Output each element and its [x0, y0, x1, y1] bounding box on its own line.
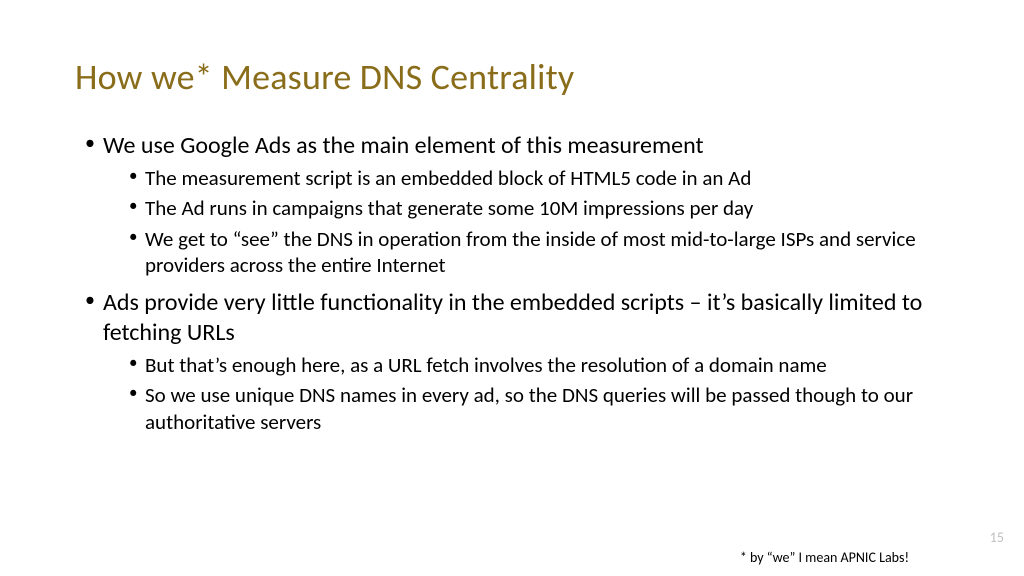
bullet-list: We use Google Ads as the main element of…: [75, 131, 949, 435]
sub-bullet-item: But that’s enough here, as a URL fetch i…: [129, 352, 949, 378]
sub-bullet-item: The measurement script is an embedded bl…: [129, 165, 949, 191]
sub-bullet-item: The Ad runs in campaigns that generate s…: [129, 195, 949, 221]
sub-bullet-list: The measurement script is an embedded bl…: [103, 165, 949, 278]
bullet-item: We use Google Ads as the main element of…: [85, 131, 949, 278]
slide-title: How we* Measure DNS Centrality: [75, 55, 949, 99]
slide: How we* Measure DNS Centrality We use Go…: [0, 0, 1024, 576]
sub-bullet-list: But that’s enough here, as a URL fetch i…: [103, 352, 949, 435]
sub-bullet-item: So we use unique DNS names in every ad, …: [129, 382, 949, 435]
bullet-text: Ads provide very little functionality in…: [103, 288, 922, 347]
footnote: * by “we” I mean APNIC Labs!: [740, 549, 909, 566]
bullet-item: Ads provide very little functionality in…: [85, 288, 949, 435]
sub-bullet-item: We get to “see” the DNS in operation fro…: [129, 226, 949, 279]
page-number: 15: [990, 529, 1004, 546]
bullet-text: We use Google Ads as the main element of…: [103, 131, 704, 160]
